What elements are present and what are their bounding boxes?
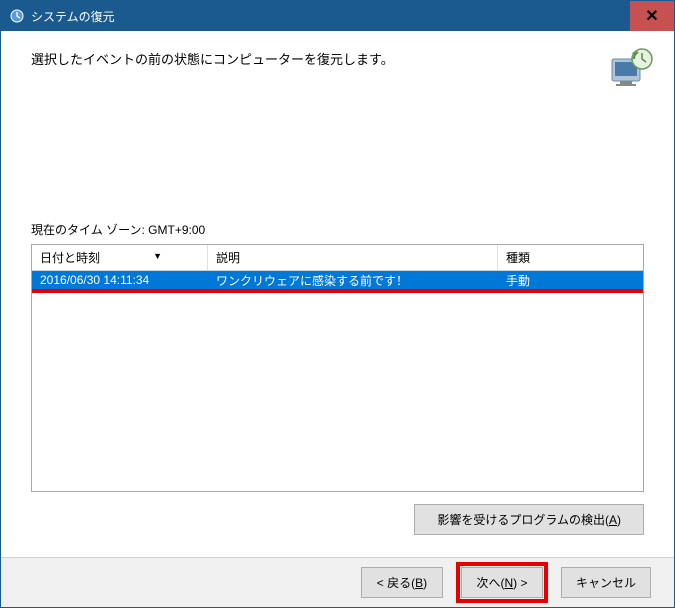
cell-type: 手動 [498, 271, 643, 290]
system-restore-icon [606, 45, 654, 93]
back-button-wrapper: < 戻る(B) [356, 562, 448, 603]
restore-icon [9, 8, 25, 24]
column-header-date[interactable]: 日付と時刻 ▼ [32, 245, 208, 270]
table-body[interactable]: 2016/06/30 14:11:34 ワンクリウェアに感染する前です！ 手動 [32, 271, 643, 491]
content-area: 現在のタイム ゾーン: GMT+9:00 日付と時刻 ▼ 説明 種類 2016/… [1, 221, 674, 535]
window-title: システムの復元 [31, 8, 630, 25]
cell-description: ワンクリウェアに感染する前です！ [208, 271, 498, 290]
column-header-description[interactable]: 説明 [208, 245, 498, 270]
titlebar: システムの復元 ✕ [1, 1, 674, 31]
detect-affected-programs-button[interactable]: 影響を受けるプログラムの検出(A) [414, 504, 644, 535]
table-header: 日付と時刻 ▼ 説明 種類 [32, 245, 643, 271]
table-row[interactable]: 2016/06/30 14:11:34 ワンクリウェアに感染する前です！ 手動 [32, 271, 643, 289]
restore-points-table: 日付と時刻 ▼ 説明 種類 2016/06/30 14:11:34 ワンクリウェ… [31, 244, 644, 492]
header-area: 選択したイベントの前の状態にコンピューターを復元します。 [1, 31, 674, 151]
back-button[interactable]: < 戻る(B) [361, 567, 443, 598]
highlight-underline [32, 289, 643, 293]
close-button[interactable]: ✕ [630, 1, 674, 31]
system-restore-window: システムの復元 ✕ 選択したイベントの前の状態にコンピューターを復元します。 現… [0, 0, 675, 608]
sort-indicator-icon: ▼ [153, 251, 162, 261]
next-button-highlight: 次へ(N) > [456, 562, 548, 603]
detect-button-row: 影響を受けるプログラムの検出(A) [31, 504, 644, 535]
cancel-button-wrapper: キャンセル [556, 562, 656, 603]
timezone-label: 現在のタイム ゾーン: GMT+9:00 [31, 221, 644, 238]
next-button[interactable]: 次へ(N) > [461, 567, 543, 598]
cell-date: 2016/06/30 14:11:34 [32, 272, 208, 288]
detect-button-label: 影響を受けるプログラムの検出(A) [437, 513, 621, 527]
column-header-date-label: 日付と時刻 [40, 251, 100, 265]
header-instruction: 選択したイベントの前の状態にコンピューターを復元します。 [31, 45, 394, 68]
footer-buttons: < 戻る(B) 次へ(N) > キャンセル [1, 557, 674, 607]
column-header-type[interactable]: 種類 [498, 245, 643, 270]
cancel-button[interactable]: キャンセル [561, 567, 651, 598]
